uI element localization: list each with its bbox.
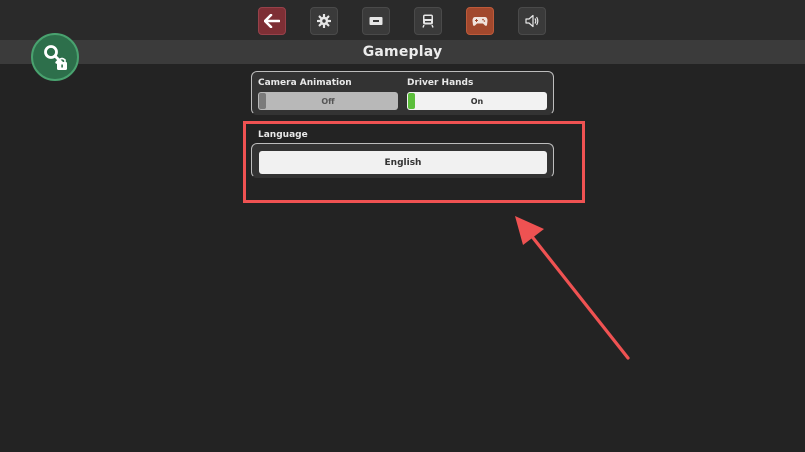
gamepad-icon bbox=[472, 17, 488, 26]
arrow-left-icon bbox=[264, 14, 280, 28]
key-lock-badge[interactable] bbox=[31, 33, 79, 81]
train-icon bbox=[422, 14, 434, 28]
title-bar: Gameplay bbox=[0, 40, 805, 64]
toggle-options-panel: Camera Animation Off Driver Hands On bbox=[251, 71, 554, 115]
gameplay-tab-button[interactable] bbox=[466, 7, 494, 35]
top-toolbar bbox=[0, 0, 805, 40]
driver-hands-toggle[interactable]: On bbox=[407, 92, 547, 110]
language-panel: English bbox=[251, 143, 554, 178]
audio-tab-button[interactable] bbox=[518, 7, 546, 35]
speaker-icon bbox=[525, 14, 539, 28]
annotation-arrow bbox=[515, 216, 630, 360]
driver-hands-value: On bbox=[470, 96, 484, 106]
key-lock-icon bbox=[44, 45, 67, 70]
driver-hands-label: Driver Hands bbox=[407, 78, 474, 88]
camera-animation-value: Off bbox=[321, 96, 335, 106]
language-label: Language bbox=[258, 130, 308, 140]
vehicle-tab-button[interactable] bbox=[414, 7, 442, 35]
camera-animation-toggle[interactable]: Off bbox=[258, 92, 398, 110]
back-button[interactable] bbox=[258, 7, 286, 35]
gear-icon bbox=[317, 14, 331, 28]
display-icon bbox=[369, 17, 383, 25]
settings-tab-button[interactable] bbox=[310, 7, 338, 35]
page-title: Gameplay bbox=[362, 44, 443, 60]
camera-animation-label: Camera Animation bbox=[258, 78, 352, 88]
display-tab-button[interactable] bbox=[362, 7, 390, 35]
language-select[interactable]: English bbox=[259, 151, 547, 174]
